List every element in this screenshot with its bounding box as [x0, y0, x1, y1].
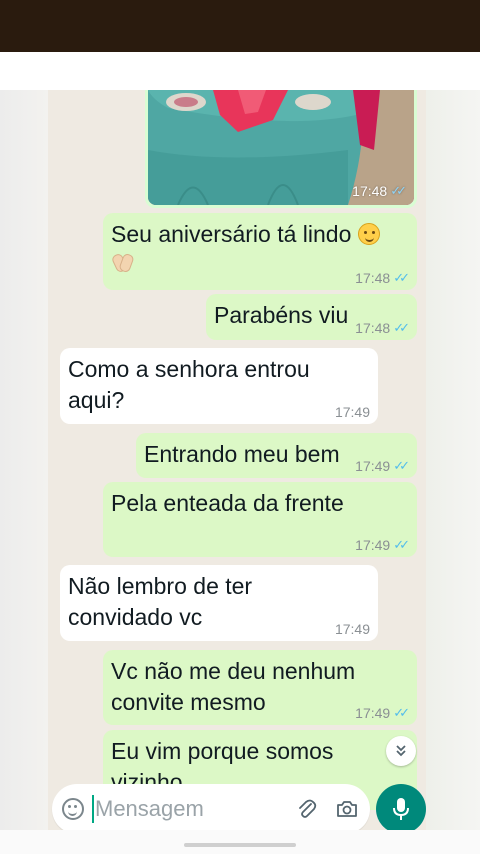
- message-time: 17:49: [355, 458, 391, 474]
- message-meta: 17:49 ✓✓: [355, 458, 410, 474]
- message-text-line: Como a senhora entrou: [68, 356, 310, 382]
- message-text: Entrando meu bem: [144, 441, 340, 467]
- read-ticks-icon: ✓✓: [393, 320, 410, 335]
- read-ticks-icon: ✓✓: [393, 458, 410, 473]
- message-text: Parabéns viu: [214, 302, 349, 328]
- message-input[interactable]: Mensagem: [95, 796, 280, 822]
- outgoing-message[interactable]: Seu aniversário tá lindo 17:48 ✓✓: [103, 213, 417, 290]
- scroll-to-bottom-button[interactable]: [386, 736, 416, 766]
- message-meta: 17:49: [335, 621, 370, 637]
- emoji-icon[interactable]: [62, 798, 84, 820]
- message-text: Pela enteada da frente: [111, 490, 344, 516]
- message-time: 17:49: [334, 621, 370, 637]
- paperclip-icon: [299, 799, 317, 818]
- camera-glyph: [337, 801, 357, 817]
- camera-icon[interactable]: [334, 796, 360, 822]
- message-meta: 17:49 ✓✓: [355, 537, 410, 553]
- message-text-line: Vc não me deu nenhum: [111, 658, 356, 684]
- read-ticks-icon: ✓✓: [393, 270, 410, 285]
- read-ticks-icon: ✓✓: [393, 537, 410, 552]
- clapping-hands-emoji: [110, 250, 135, 274]
- message-text-line: convidado vc: [68, 604, 203, 630]
- message-meta: 17:48 ✓✓: [355, 270, 410, 286]
- system-nav-area: [0, 830, 480, 854]
- read-ticks-icon: ✓✓: [390, 183, 407, 198]
- message-meta: 17:49: [335, 404, 370, 420]
- message-time: 17:48: [355, 270, 391, 286]
- message-time: 17:49: [334, 404, 370, 420]
- background-left: [0, 90, 48, 830]
- incoming-message[interactable]: Não lembro de ter convidado vc 17:49: [60, 565, 378, 641]
- message-time: 17:49: [355, 537, 391, 553]
- attach-icon[interactable]: [294, 796, 320, 822]
- read-ticks-icon: ✓✓: [393, 705, 410, 720]
- relieved-face-emoji: [357, 223, 380, 245]
- message-time: 17:49: [355, 705, 391, 721]
- outgoing-message[interactable]: Pela enteada da frente 17:49 ✓✓: [103, 482, 417, 557]
- message-time: 17:48: [355, 320, 391, 336]
- status-bar: [0, 0, 480, 52]
- background-right: [426, 90, 480, 830]
- party-table-photo[interactable]: 17:48 ✓✓: [148, 90, 414, 205]
- message-composer[interactable]: Mensagem: [52, 784, 370, 834]
- message-meta: 17:48 ✓✓: [355, 320, 410, 336]
- text-cursor: [92, 795, 94, 823]
- microphone-button[interactable]: [376, 784, 426, 834]
- double-chevron-down-icon: [396, 745, 406, 757]
- incoming-message[interactable]: Como a senhora entrou aqui? 17:49: [60, 348, 378, 424]
- image-message-meta: 17:48 ✓✓: [352, 183, 407, 199]
- message-text-line: aqui?: [68, 387, 125, 413]
- message-text-line: Eu vim porque somos: [111, 738, 334, 764]
- message-text: Seu aniversário tá lindo: [111, 221, 352, 247]
- home-indicator[interactable]: [184, 843, 296, 847]
- outgoing-message[interactable]: Entrando meu bem 17:49 ✓✓: [136, 433, 417, 478]
- app-header-strip: [0, 52, 480, 90]
- message-text-line: Não lembro de ter: [68, 573, 253, 599]
- chat-area[interactable]: 17:48 ✓✓ Seu aniversário tá lindo 17:48 …: [48, 90, 426, 830]
- message-text-row: Seu aniversário tá lindo: [111, 219, 409, 250]
- microphone-icon: [393, 798, 409, 820]
- image-message-bubble[interactable]: 17:48 ✓✓: [145, 90, 417, 208]
- outgoing-message[interactable]: Vc não me deu nenhum convite mesmo 17:49…: [103, 650, 417, 725]
- outgoing-message[interactable]: Parabéns viu 17:48 ✓✓: [206, 294, 417, 340]
- message-meta: 17:49 ✓✓: [355, 705, 410, 721]
- message-time: 17:48: [352, 183, 388, 199]
